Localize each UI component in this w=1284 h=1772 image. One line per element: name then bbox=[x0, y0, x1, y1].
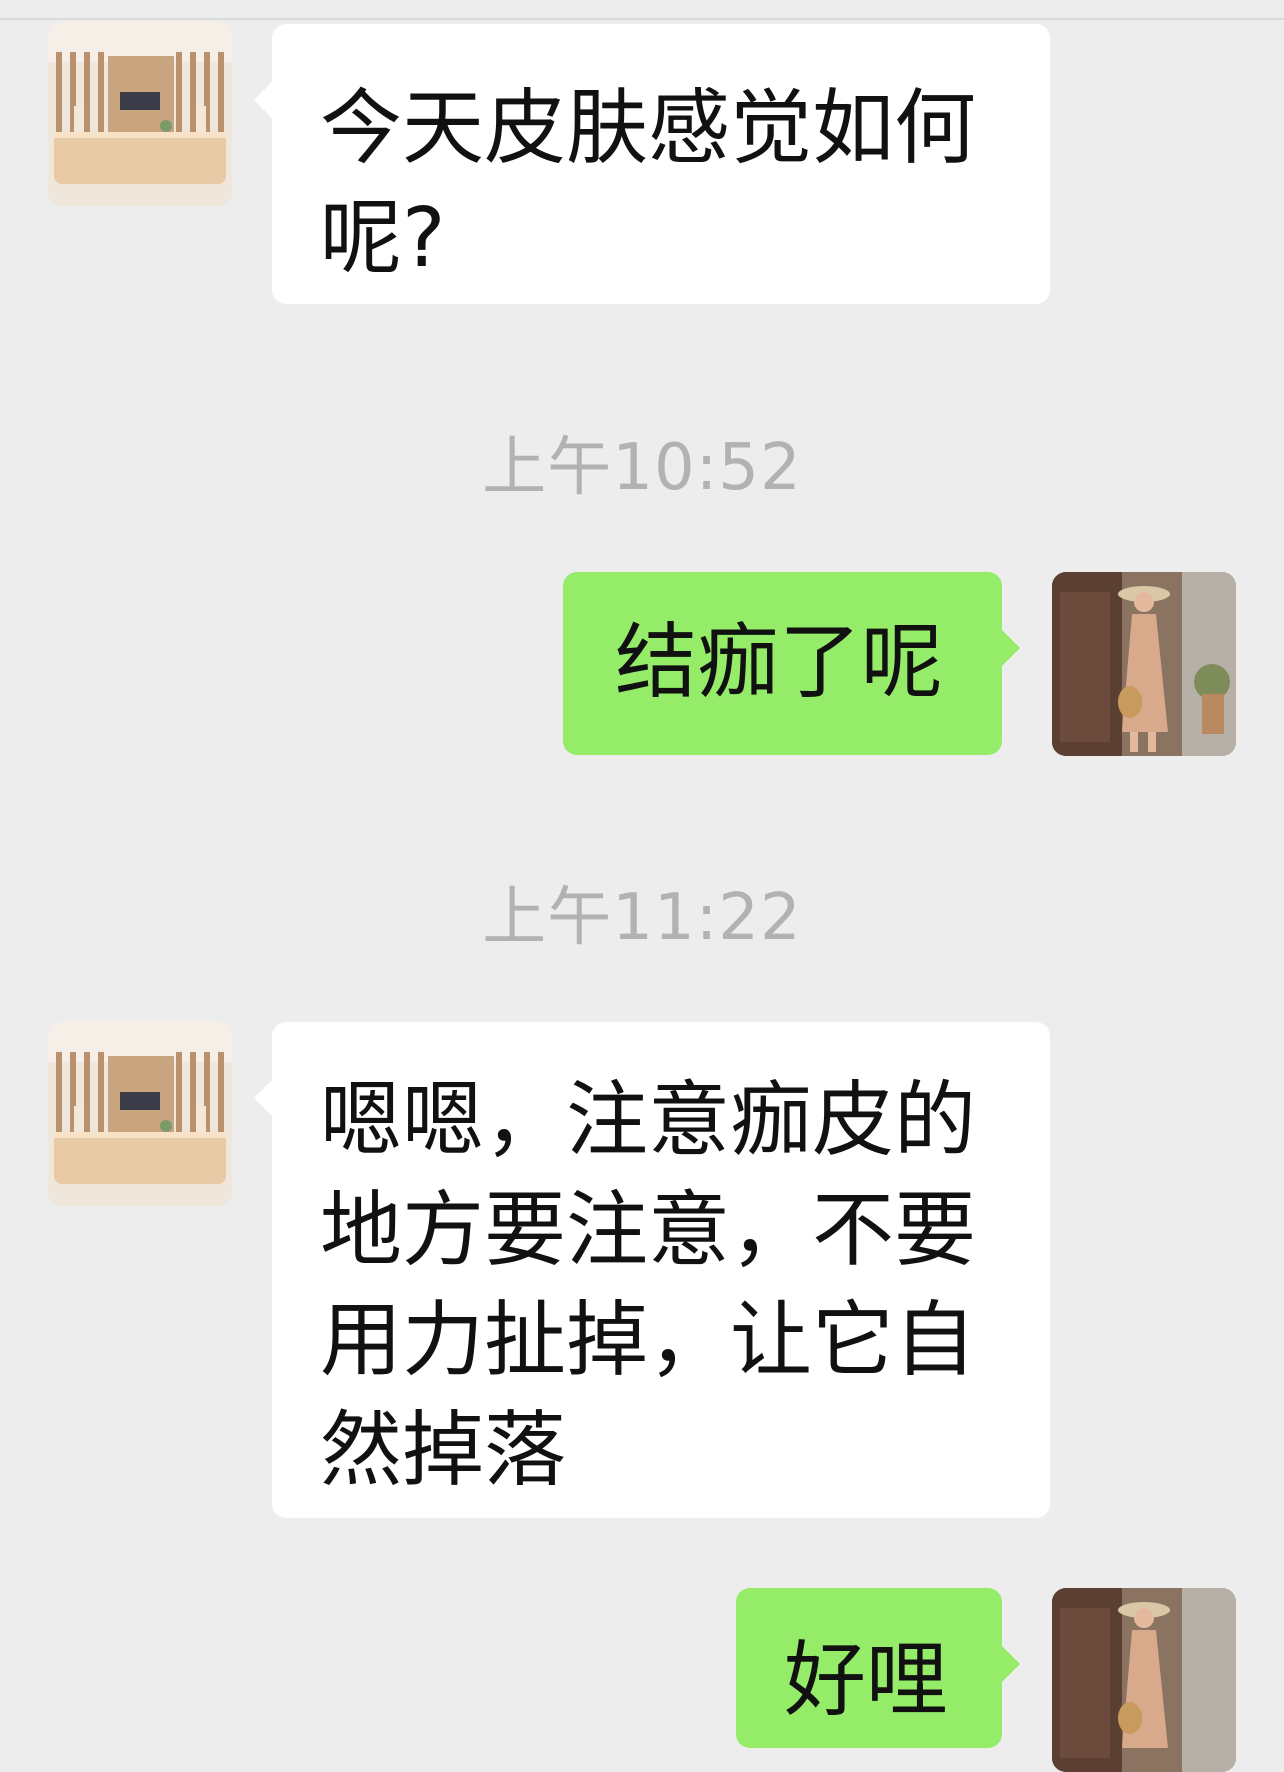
user-avatar[interactable] bbox=[1052, 1588, 1236, 1772]
message-text: 好哩 bbox=[784, 1633, 949, 1728]
timestamp: 上午10:52 bbox=[482, 431, 802, 505]
contact-avatar[interactable] bbox=[48, 1022, 232, 1206]
user-avatar[interactable] bbox=[1052, 572, 1236, 756]
message-bubble-incoming[interactable]: 嗯嗯，注意痂皮的地方要注意，不要用力扯掉，让它自然掉落 bbox=[254, 1022, 1050, 1518]
woman-in-dress-avatar-icon bbox=[1052, 572, 1236, 756]
message-text: 今天皮肤感觉如何呢? bbox=[320, 81, 977, 286]
woman-in-dress-avatar-icon bbox=[1052, 1588, 1236, 1772]
message-text: 结痂了呢 bbox=[615, 615, 944, 710]
store-reception-avatar-icon bbox=[48, 22, 232, 206]
top-divider bbox=[0, 18, 1284, 20]
timestamp: 上午11:22 bbox=[482, 881, 802, 955]
message-text: 嗯嗯，注意痂皮的地方要注意，不要用力扯掉，让它自然掉落 bbox=[320, 1073, 977, 1498]
message-bubble-outgoing[interactable]: 结痂了呢 bbox=[563, 572, 1020, 755]
message-bubble-incoming[interactable]: 今天皮肤感觉如何呢? bbox=[254, 24, 1050, 304]
store-reception-avatar-icon bbox=[48, 1022, 232, 1206]
message-bubble-outgoing[interactable]: 好哩 bbox=[736, 1588, 1020, 1748]
contact-avatar[interactable] bbox=[48, 22, 232, 206]
